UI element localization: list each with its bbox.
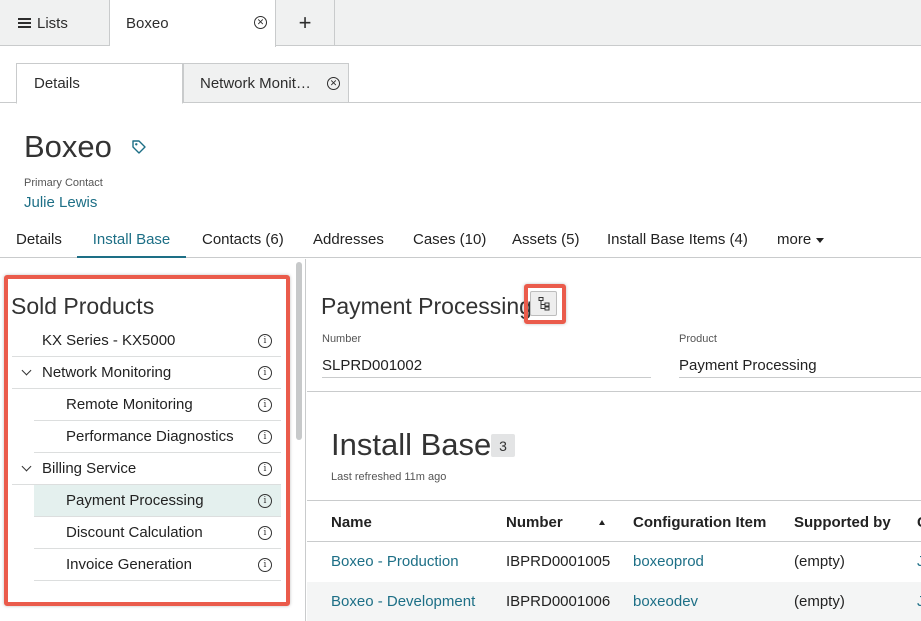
tab-details[interactable]: Details (16, 231, 62, 258)
tree-item-label: Payment Processing (66, 492, 204, 509)
tab-addresses-label: Addresses (313, 231, 384, 248)
page-title: Boxeo (24, 129, 112, 164)
table-row: Boxeo - Development IBPRD0001006 boxeode… (307, 582, 921, 621)
tree-item-kx-series[interactable]: KX Series - KX5000 i (12, 325, 281, 357)
column-header-number[interactable]: Number (506, 514, 563, 531)
tag-icon[interactable] (131, 139, 147, 155)
row-ci-link[interactable]: boxeoprod (633, 553, 704, 570)
info-icon[interactable]: i (258, 366, 272, 380)
tab-install-base-label: Install Base (92, 231, 171, 248)
tab-assets-label: Assets (5) (512, 231, 580, 248)
sold-products-title: Sold Products (11, 293, 155, 319)
tree-item-label: Invoice Generation (66, 556, 192, 573)
info-icon[interactable]: i (258, 462, 272, 476)
add-tab-button[interactable]: + (276, 0, 335, 46)
tab-addresses[interactable]: Addresses (313, 231, 384, 258)
tree-item-network-monitoring[interactable]: Network Monitoring i (12, 357, 281, 389)
info-icon[interactable]: i (258, 558, 272, 572)
top-tab-strip: Lists Boxeo ✕ + (0, 0, 921, 47)
section-divider (307, 391, 921, 392)
add-tab-label: + (298, 10, 312, 35)
row-ci-link[interactable]: boxeodev (633, 593, 698, 610)
info-icon[interactable]: i (258, 494, 272, 508)
tree-item-remote-monitoring[interactable]: Remote Monitoring i (34, 389, 281, 421)
number-value: SLPRD001002 (322, 357, 651, 378)
list-icon (18, 18, 31, 28)
row-supported-by: (empty) (794, 553, 845, 570)
table-row: Boxeo - Production IBPRD0001005 boxeopro… (307, 542, 921, 582)
info-icon[interactable]: i (258, 526, 272, 540)
tree-item-label: KX Series - KX5000 (42, 332, 176, 349)
tree-item-performance-diagnostics[interactable]: Performance Diagnostics i (34, 421, 281, 453)
number-label: Number (322, 333, 362, 345)
column-header-name[interactable]: Name (331, 514, 372, 531)
info-icon[interactable]: i (258, 334, 272, 348)
tab-boxeo-label: Boxeo (126, 15, 169, 32)
chevron-down-icon[interactable] (21, 365, 32, 376)
tree-item-label: Network Monitoring (42, 364, 172, 381)
chevron-down-icon[interactable] (21, 461, 32, 472)
tab-lists[interactable]: Lists (0, 0, 110, 46)
tab-install-base-items[interactable]: Install Base Items (4) (607, 231, 748, 258)
record-tab-bar: Details Install Base Contacts (6) Addres… (0, 228, 921, 258)
tab-install-base[interactable]: Install Base (77, 231, 186, 258)
subtab-details-label: Details (34, 75, 80, 92)
info-icon[interactable]: i (258, 398, 272, 412)
tab-install-base-items-label: Install Base Items (4) (607, 231, 748, 248)
tree-item-label: Discount Calculation (66, 524, 203, 541)
subtab-network-label: Network Monit… (200, 74, 311, 92)
sort-ascending-icon[interactable] (599, 520, 605, 525)
row-name-link[interactable]: Boxeo - Development (331, 593, 475, 610)
detail-title: Payment Processing (321, 293, 532, 319)
subtab-network-monitoring[interactable]: Network Monit… ✕ (183, 63, 349, 103)
caret-down-icon (816, 237, 825, 243)
hierarchy-view-button[interactable] (530, 291, 557, 316)
product-label: Product (679, 333, 717, 345)
row-name-link[interactable]: Boxeo - Production (331, 553, 459, 570)
tab-more[interactable]: more (777, 231, 825, 258)
tree-item-invoice-generation[interactable]: Invoice Generation i (34, 549, 281, 581)
scrollbar-thumb[interactable] (296, 262, 302, 440)
close-tab-icon[interactable]: ✕ (254, 16, 267, 29)
tab-details-label: Details (16, 231, 62, 248)
tab-more-label: more (777, 231, 812, 248)
install-base-title: Install Base (331, 427, 492, 462)
close-subtab-icon[interactable]: ✕ (327, 77, 340, 90)
tab-assets[interactable]: Assets (5) (512, 231, 580, 258)
subtab-details[interactable]: Details (16, 63, 183, 104)
tab-lists-label: Lists (37, 14, 68, 32)
primary-contact-label: Primary Contact (24, 177, 103, 189)
sub-tab-strip: Details Network Monit… ✕ (0, 63, 921, 104)
column-header-supported-by[interactable]: Supported by (794, 514, 891, 531)
tab-contacts[interactable]: Contacts (6) (202, 231, 284, 258)
row-extra-link[interactable]: J (917, 593, 921, 610)
tab-contacts-label: Contacts (6) (202, 231, 284, 248)
install-base-count-badge: 3 (491, 434, 515, 457)
last-refreshed-text: Last refreshed 11m ago (331, 471, 447, 483)
tree-item-label: Remote Monitoring (66, 396, 193, 413)
tree-item-label: Performance Diagnostics (66, 428, 234, 445)
tree-item-discount-calculation[interactable]: Discount Calculation i (34, 517, 281, 549)
row-number: IBPRD0001005 (506, 553, 611, 570)
tab-boxeo[interactable]: Boxeo ✕ (110, 0, 276, 47)
row-supported-by: (empty) (794, 593, 845, 610)
install-base-table-header: Name Number Configuration Item Supported… (307, 500, 921, 542)
tab-cases-label: Cases (10) (413, 231, 487, 248)
hierarchy-icon (538, 297, 550, 311)
tab-cases[interactable]: Cases (10) (413, 231, 486, 258)
info-icon[interactable]: i (258, 430, 272, 444)
tree-item-label: Billing Service (42, 460, 137, 477)
row-number: IBPRD0001006 (506, 593, 611, 610)
column-header-configuration-item[interactable]: Configuration Item (633, 514, 766, 531)
product-value: Payment Processing (679, 357, 921, 378)
row-extra-link[interactable]: J (917, 553, 921, 570)
column-header-extra[interactable]: C (917, 514, 921, 531)
tree-item-billing-service[interactable]: Billing Service i (12, 453, 281, 485)
tree-item-payment-processing[interactable]: Payment Processing i (34, 485, 281, 517)
primary-contact-link[interactable]: Julie Lewis (24, 194, 97, 211)
